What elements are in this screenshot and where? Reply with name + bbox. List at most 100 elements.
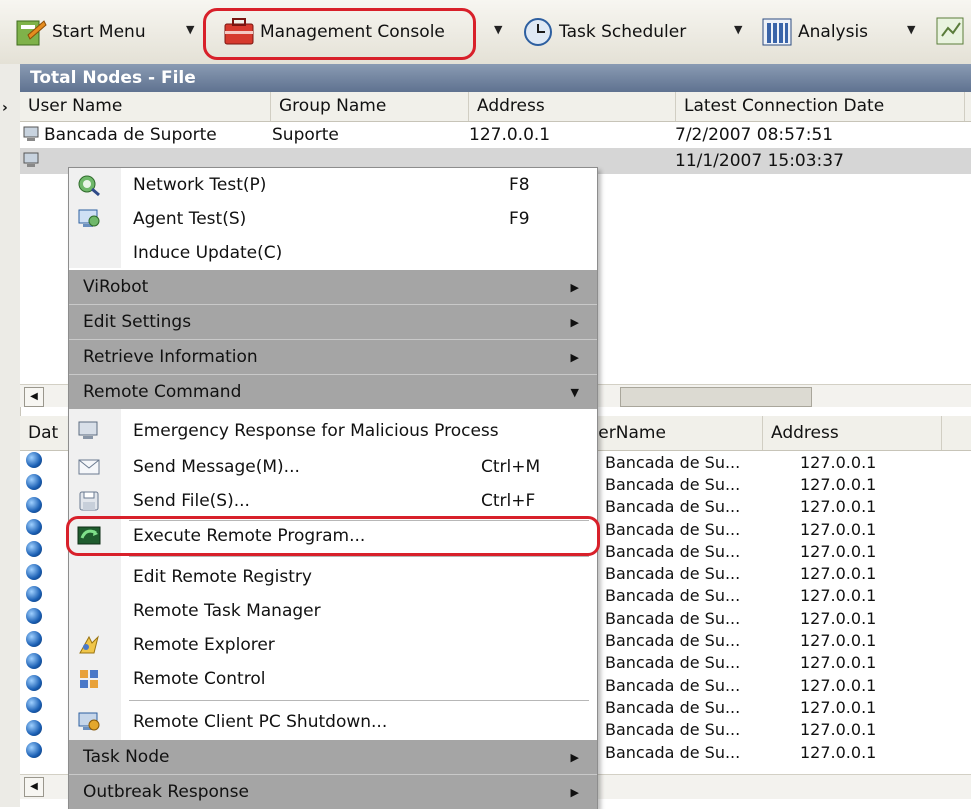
scrollbar-thumb[interactable] (620, 387, 812, 407)
nodes-table-header: User Name Group Name Address Latest Conn… (20, 92, 971, 122)
cell-username: Bancada de Su... (605, 608, 741, 628)
cell-username: Bancada de Su... (605, 519, 741, 539)
globe-icon (26, 652, 42, 669)
node-context-menu: Network Test(P) F8 Agent Test(S) F9 Indu… (68, 167, 598, 809)
globe-icon (26, 585, 42, 602)
agent-test-icon (78, 209, 100, 227)
remote-explorer-icon (79, 635, 99, 654)
menu-item-remote-task-manager[interactable]: Remote Task Manager (69, 594, 597, 628)
table-row[interactable]: Bancada de Suporte Suporte 127.0.0.1 7/2… (20, 122, 971, 148)
menu-label: Remote Task Manager (133, 601, 321, 621)
menu-separator (129, 556, 589, 557)
cell-username: Bancada de Su... (605, 452, 741, 472)
management-console-button[interactable]: Management Console (222, 10, 445, 54)
globe-icon (26, 742, 42, 758)
globe-icon (26, 675, 42, 692)
globe-icon (26, 452, 42, 469)
menu-item-emergency-response[interactable]: Emergency Response for Malicious Process (69, 414, 597, 448)
menu-item-agent-test[interactable]: Agent Test(S) F9 (69, 202, 597, 236)
menu-item-retrieve-information[interactable]: Retrieve Information ▶ (69, 339, 597, 374)
analysis-dropdown-arrow[interactable]: ▼ (907, 23, 915, 36)
cell-address: 127.0.0.1 (800, 452, 877, 472)
envelope-icon (78, 459, 100, 475)
scroll-left-icon[interactable]: ◀ (24, 777, 44, 797)
column-header-address[interactable]: Address (469, 92, 676, 121)
submenu-arrow-icon: ▶ (570, 750, 579, 764)
management-console-dropdown-arrow[interactable]: ▼ (494, 23, 502, 36)
menu-item-edit-settings[interactable]: Edit Settings ▶ (69, 304, 597, 339)
task-scheduler-dropdown-arrow[interactable]: ▼ (734, 23, 742, 36)
left-panel-edge: › (0, 64, 21, 807)
globe-icon (26, 474, 42, 491)
menu-item-remote-command[interactable]: Remote Command ▼ (69, 374, 597, 409)
menu-item-remote-explorer[interactable]: Remote Explorer (69, 628, 597, 662)
menu-item-virobot[interactable]: ViRobot ▶ (69, 270, 597, 304)
cell-address: 127.0.0.1 (800, 519, 877, 539)
cell-group-name: Suporte (272, 125, 339, 145)
cell-address: 127.0.0.1 (800, 497, 877, 517)
execute-program-icon (77, 526, 101, 545)
cell-address: 127.0.0.1 (469, 125, 551, 145)
column-header-latest-connection[interactable]: Latest Connection Date (676, 92, 965, 121)
menu-item-outbreak-response[interactable]: Outbreak Response ▶ (69, 774, 597, 809)
column-header-address[interactable]: Address (763, 416, 942, 450)
menu-label: Send File(S)... (133, 491, 250, 511)
computer-icon (23, 126, 39, 141)
menu-item-network-test[interactable]: Network Test(P) F8 (69, 168, 597, 202)
cell-username: Bancada de Su... (605, 474, 741, 494)
cell-address: 127.0.0.1 (800, 742, 877, 762)
menu-label: Remote Client PC Shutdown... (133, 712, 388, 732)
menu-item-send-message[interactable]: Send Message(M)... Ctrl+M (69, 450, 597, 484)
cell-username: Bancada de Su... (605, 631, 741, 651)
menu-item-send-file[interactable]: Send File(S)... Ctrl+F (69, 484, 597, 518)
expanded-arrow-icon: ▼ (570, 385, 579, 399)
menu-item-remote-control[interactable]: Remote Control (69, 662, 597, 696)
globe-icon (26, 541, 42, 558)
menu-item-edit-remote-registry[interactable]: Edit Remote Registry (69, 560, 597, 594)
cell-address: 127.0.0.1 (800, 631, 877, 651)
cell-address: 127.0.0.1 (800, 586, 877, 606)
task-scheduler-button[interactable]: Task Scheduler (521, 10, 686, 54)
cell-latest-connection: 7/2/2007 08:57:51 (675, 125, 834, 145)
menu-label: ViRobot (83, 277, 149, 297)
menu-item-induce-update[interactable]: Induce Update(C) (69, 236, 597, 270)
menu-item-remote-shutdown[interactable]: Remote Client PC Shutdown... (69, 705, 597, 739)
menu-label: Emergency Response for Malicious Process (133, 421, 499, 441)
column-header-user-name[interactable]: User Name (20, 92, 271, 121)
start-menu-dropdown-arrow[interactable]: ▼ (186, 23, 194, 36)
globe-icon (26, 608, 42, 625)
cell-latest-connection: 11/1/2007 15:03:37 (675, 151, 844, 171)
submenu-arrow-icon: ▶ (570, 350, 579, 364)
cell-address: 127.0.0.1 (800, 474, 877, 494)
cell-address: 127.0.0.1 (800, 653, 877, 673)
collapse-arrow-icon[interactable]: › (2, 100, 8, 116)
menu-item-execute-remote-program[interactable]: Execute Remote Program... (69, 519, 597, 553)
cell-username: Bancada de Su... (605, 653, 741, 673)
menu-label: Send Message(M)... (133, 457, 300, 477)
analysis-button[interactable]: Analysis (760, 10, 868, 54)
main-toolbar: Start Menu ▼ Management Console ▼ Task S… (0, 0, 971, 65)
column-header-username[interactable]: UserName (569, 416, 763, 450)
scroll-left-icon[interactable]: ◀ (24, 387, 44, 407)
menu-label: Remote Command (83, 382, 242, 402)
report-icon[interactable] (934, 14, 966, 48)
globe-icon (26, 719, 42, 736)
cell-address: 127.0.0.1 (800, 720, 877, 740)
toolbox-icon (224, 18, 254, 45)
globe-icon (26, 496, 42, 513)
cell-username: Bancada de Su... (605, 586, 741, 606)
menu-label: Edit Settings (83, 312, 192, 332)
cell-address: 127.0.0.1 (800, 675, 877, 695)
cell-address: 127.0.0.1 (800, 608, 877, 628)
column-header-group-name[interactable]: Group Name (271, 92, 469, 121)
task-scheduler-label: Task Scheduler (559, 22, 687, 42)
menu-label: Task Node (83, 747, 170, 767)
menu-item-task-node[interactable]: Task Node ▶ (69, 740, 597, 774)
network-test-icon (78, 175, 100, 197)
cell-username: Bancada de Su... (605, 497, 741, 517)
cell-address: 127.0.0.1 (800, 564, 877, 584)
cell-address: 127.0.0.1 (800, 541, 877, 561)
menu-shortcut: Ctrl+M (481, 457, 541, 477)
bar-chart-icon (762, 18, 792, 46)
start-menu-button[interactable]: Start Menu (14, 10, 146, 54)
